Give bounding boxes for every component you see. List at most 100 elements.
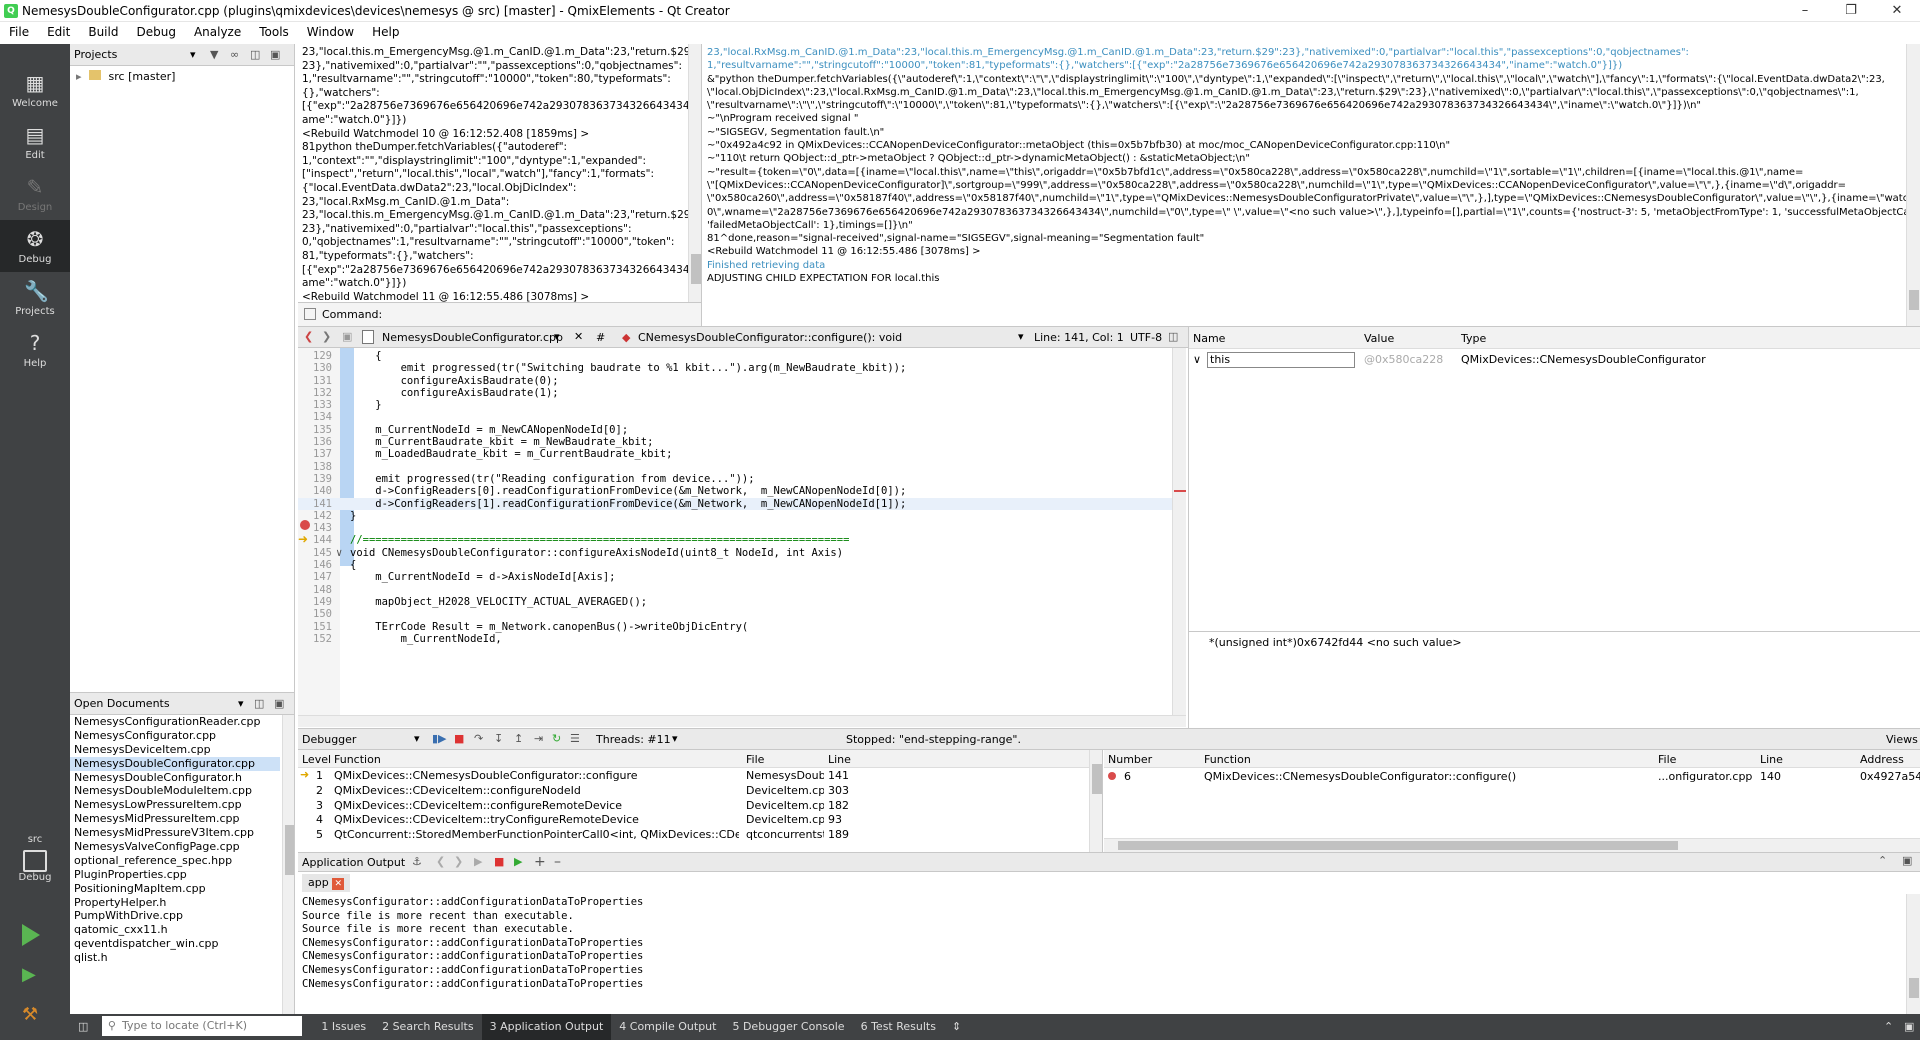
column-name[interactable]: Name (1193, 332, 1225, 345)
chevron-down-icon[interactable]: ▾ (414, 732, 420, 745)
split-icon[interactable]: ◫ (250, 44, 260, 65)
close-pane-icon[interactable]: ▣ (274, 693, 284, 714)
scrollbar[interactable] (688, 44, 701, 302)
run-to-line-icon[interactable]: ⇥ (534, 732, 543, 745)
stack-row[interactable]: ➜ 1 QMixDevices::CNemesysDoubleConfigurato… (298, 768, 1102, 783)
open-document-item[interactable]: NemesysMidPressureItem.cpp (70, 812, 280, 826)
breakpoint-row[interactable]: 6 QMixDevices::CNemesysDoubleConfigurator… (1104, 768, 1920, 784)
scrollbar[interactable] (1089, 750, 1102, 852)
mode-edit[interactable]: ▤ Edit (0, 116, 70, 168)
mode-welcome[interactable]: ▦ Welcome (0, 64, 70, 116)
editor-file-combo[interactable]: NemesysDoubleConfigurator.cpp (382, 331, 563, 344)
breakpoint-marker-icon[interactable] (300, 520, 310, 530)
symbol-combo[interactable]: CNemesysDoubleConfigurator::configure():… (638, 331, 902, 344)
breakpoints-column-header[interactable]: Number (1108, 753, 1152, 766)
scrollbar[interactable] (1906, 44, 1920, 326)
encoding-label[interactable]: UTF-8 (1130, 331, 1162, 344)
editor-h-scrollbar[interactable] (298, 715, 1186, 727)
zoom-out-icon[interactable]: – (554, 854, 561, 870)
forward-icon[interactable]: ❯ (454, 855, 463, 868)
close-icon[interactable]: ✕ (1874, 0, 1920, 22)
project-tree-item[interactable]: ▸ src [master] (70, 66, 294, 87)
menu-window[interactable]: Window (298, 22, 363, 39)
rerun-icon[interactable]: ▶ (474, 855, 482, 868)
continue-icon[interactable]: ▮▶ (432, 732, 447, 745)
mode-design[interactable]: ✎ Design (0, 168, 70, 220)
chevron-down-icon[interactable]: ▾ (238, 693, 244, 714)
stack-column-header[interactable]: Level (302, 753, 331, 766)
local-name[interactable]: this (1207, 352, 1355, 368)
open-document-item[interactable]: PropertyHelper.h (70, 896, 280, 910)
stack-column-header[interactable]: File (746, 753, 764, 766)
step-over-icon[interactable]: ↷ (474, 732, 483, 745)
restore-icon[interactable]: ❐ (1828, 0, 1874, 22)
chevron-down-icon[interactable]: ▾ (190, 44, 196, 65)
link-icon[interactable]: ∞ (230, 44, 239, 65)
attach-icon[interactable]: ⚓ (412, 855, 422, 868)
split-icon[interactable]: ◫ (254, 693, 264, 714)
chevron-down-icon[interactable]: ∨ (1193, 353, 1201, 366)
open-document-item[interactable]: NemesysDoubleModuleItem.cpp (70, 784, 280, 798)
chevron-down-icon[interactable]: ▾ (554, 330, 560, 343)
menu-debug[interactable]: Debug (127, 22, 184, 39)
debug-attach-icon[interactable]: ▶ (514, 855, 522, 868)
breakpoints-column-header[interactable]: File (1658, 753, 1676, 766)
open-document-item[interactable]: qlist.h (70, 951, 280, 965)
stack-row[interactable]: 2 QMixDevices::CDeviceItem::configureNode… (298, 783, 1102, 798)
output-tab-application-output[interactable]: 3 Application Output (481, 1014, 612, 1040)
menu-edit[interactable]: Edit (38, 22, 79, 39)
step-into-icon[interactable]: ↧ (494, 732, 503, 745)
app-tab[interactable]: app ✕ (302, 874, 351, 892)
open-document-item[interactable]: NemesysDeviceItem.cpp (70, 743, 280, 757)
run-icon[interactable] (22, 924, 40, 946)
cursor-position[interactable]: Line: 141, Col: 1 (1034, 331, 1124, 344)
menu-build[interactable]: Build (79, 22, 127, 39)
minimize-icon[interactable]: – (1782, 0, 1828, 22)
stack-row[interactable]: 3 QMixDevices::CDeviceItem::configureRemo… (298, 798, 1102, 813)
open-document-item[interactable]: PositioningMapItem.cpp (70, 882, 280, 896)
output-tab-compile-output[interactable]: 4 Compile Output (611, 1014, 724, 1033)
filter-icon[interactable]: ▼ (210, 44, 218, 65)
debugger-combo[interactable]: Debugger (302, 733, 356, 746)
output-tab-issues[interactable]: 1 Issues (313, 1014, 374, 1033)
breakpoints-column-header[interactable]: Address (1860, 753, 1904, 766)
back-icon[interactable]: ❮ (436, 855, 445, 868)
code-editor[interactable]: 129 {130 emit progressed(tr("Switching b… (298, 348, 1172, 715)
views-button[interactable]: Views (1886, 733, 1918, 746)
maximize-panel-icon[interactable]: ⌃ (1878, 854, 1887, 867)
open-document-item[interactable]: PumpWithDrive.cpp (70, 909, 280, 923)
close-panel-icon[interactable]: ▣ (1896, 1014, 1920, 1033)
debug-run-icon[interactable]: ▶ (22, 964, 46, 986)
expression-row[interactable]: *(unsigned int*)0x6742fd44 <no such valu… (1209, 636, 1462, 649)
h-scrollbar[interactable] (1104, 838, 1920, 852)
build-hammer-icon[interactable]: ⚒ (22, 1004, 46, 1026)
breakpoints-column-header[interactable]: Line (1760, 753, 1783, 766)
output-tab-test-results[interactable]: 6 Test Results (853, 1014, 944, 1033)
restart-icon[interactable]: ↻ (552, 732, 561, 745)
split-icon[interactable]: ◫ (1168, 330, 1178, 343)
kit-selector[interactable]: Debug (0, 850, 70, 883)
mode-help[interactable]: ? Help (0, 324, 70, 376)
scrollbar[interactable] (1906, 894, 1920, 1014)
stop-debugger-icon[interactable]: ■ (454, 732, 464, 745)
threads-combo[interactable]: Threads: #11 (596, 733, 671, 746)
forward-icon[interactable]: ❯ (322, 330, 331, 343)
output-tab-debugger-console[interactable]: 5 Debugger Console (724, 1014, 852, 1033)
close-tab-icon[interactable]: ✕ (332, 878, 345, 890)
close-pane-icon[interactable]: ▣ (270, 44, 280, 65)
locator-input[interactable]: ⚲ Type to locate (Ctrl+K) (101, 1016, 302, 1036)
column-value[interactable]: Value (1364, 332, 1394, 345)
locals-row[interactable]: ∨ this @0x580ca228 QMixDevices::CNemesys… (1189, 351, 1920, 369)
output-tab-search-results[interactable]: 2 Search Results (374, 1014, 482, 1033)
menu-file[interactable]: File (0, 22, 38, 39)
zoom-in-icon[interactable]: + (534, 854, 546, 870)
stack-column-header[interactable]: Line (828, 753, 851, 766)
close-panel-icon[interactable]: ▣ (1902, 854, 1912, 867)
stop-icon[interactable]: ■ (494, 855, 504, 868)
mode-debug[interactable]: ❂ Debug (0, 220, 70, 272)
open-document-item[interactable]: NemesysDoubleConfigurator.h (70, 771, 280, 785)
mode-projects[interactable]: 🔧 Projects (0, 272, 70, 324)
more-tabs-icon[interactable]: ⇕ (944, 1014, 969, 1033)
column-type[interactable]: Type (1461, 332, 1486, 345)
chevron-down-icon[interactable]: ▾ (672, 732, 678, 745)
